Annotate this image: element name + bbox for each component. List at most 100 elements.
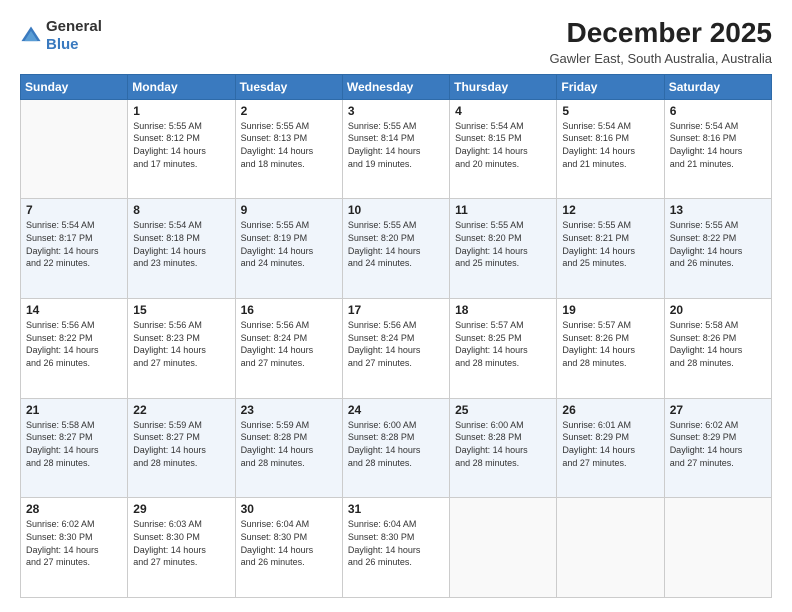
calendar-cell: 6 Sunrise: 5:54 AM Sunset: 8:16 PM Daylig… — [664, 99, 771, 199]
day-number: 14 — [26, 303, 122, 317]
day-number: 16 — [241, 303, 337, 317]
day-number: 28 — [26, 502, 122, 516]
day-number: 12 — [562, 203, 658, 217]
day-number: 13 — [670, 203, 766, 217]
day-number: 25 — [455, 403, 551, 417]
day-number: 30 — [241, 502, 337, 516]
calendar-cell: 17 Sunrise: 5:56 AM Sunset: 8:24 PM Dayli… — [342, 299, 449, 399]
day-number: 26 — [562, 403, 658, 417]
calendar-cell: 9Sunrise: 5:55 AM Sunset: 8:19 PM Daylig… — [235, 199, 342, 299]
day-header-monday: Monday — [128, 74, 235, 99]
day-info: Sunrise: 5:57 AM Sunset: 8:25 PM Dayligh… — [455, 319, 551, 369]
calendar-cell: 18 Sunrise: 5:57 AM Sunset: 8:25 PM Dayli… — [450, 299, 557, 399]
calendar-cell: 10 Sunrise: 5:55 AM Sunset: 8:20 PM Dayli… — [342, 199, 449, 299]
day-number: 1 — [133, 104, 229, 118]
day-info: Sunrise: 5:54 AM Sunset: 8:18 PM Dayligh… — [133, 219, 229, 269]
day-number: 15 — [133, 303, 229, 317]
calendar-cell: 27 Sunrise: 6:02 AM Sunset: 8:29 PM Dayli… — [664, 398, 771, 498]
calendar-cell: 11Sunrise: 5:55 AM Sunset: 8:20 PM Dayli… — [450, 199, 557, 299]
day-header-thursday: Thursday — [450, 74, 557, 99]
calendar-cell: 1 Sunrise: 5:55 AM Sunset: 8:12 PM Daylig… — [128, 99, 235, 199]
day-info: Sunrise: 5:54 AM Sunset: 8:16 PM Dayligh… — [670, 120, 766, 170]
calendar-cell: 5Sunrise: 5:54 AM Sunset: 8:16 PM Daylig… — [557, 99, 664, 199]
logo-icon — [20, 25, 42, 47]
day-number: 8 — [133, 203, 229, 217]
day-number: 24 — [348, 403, 444, 417]
calendar-cell: 23 Sunrise: 5:59 AM Sunset: 8:28 PM Dayli… — [235, 398, 342, 498]
logo: General Blue — [20, 18, 102, 54]
day-number: 2 — [241, 104, 337, 118]
calendar-cell — [21, 99, 128, 199]
day-info: Sunrise: 5:55 AM Sunset: 8:20 PM Dayligh… — [348, 219, 444, 269]
calendar-cell: 12 Sunrise: 5:55 AM Sunset: 8:21 PM Dayli… — [557, 199, 664, 299]
calendar-cell: 15Sunrise: 5:56 AM Sunset: 8:23 PM Dayli… — [128, 299, 235, 399]
day-info: Sunrise: 6:02 AM Sunset: 8:30 PM Dayligh… — [26, 518, 122, 568]
day-info: Sunrise: 6:04 AM Sunset: 8:30 PM Dayligh… — [241, 518, 337, 568]
day-number: 11 — [455, 203, 551, 217]
calendar-cell: 30 Sunrise: 6:04 AM Sunset: 8:30 PM Dayli… — [235, 498, 342, 598]
day-number: 6 — [670, 104, 766, 118]
day-number: 17 — [348, 303, 444, 317]
logo-blue: Blue — [46, 36, 102, 54]
day-info: Sunrise: 6:04 AM Sunset: 8:30 PM Dayligh… — [348, 518, 444, 568]
calendar-cell: 22Sunrise: 5:59 AM Sunset: 8:27 PM Dayli… — [128, 398, 235, 498]
day-info: Sunrise: 5:54 AM Sunset: 8:15 PM Dayligh… — [455, 120, 551, 170]
day-info: Sunrise: 5:58 AM Sunset: 8:27 PM Dayligh… — [26, 419, 122, 469]
day-header-sunday: Sunday — [21, 74, 128, 99]
calendar-cell: 7 Sunrise: 5:54 AM Sunset: 8:17 PM Daylig… — [21, 199, 128, 299]
day-info: Sunrise: 5:55 AM Sunset: 8:14 PM Dayligh… — [348, 120, 444, 170]
day-info: Sunrise: 5:55 AM Sunset: 8:21 PM Dayligh… — [562, 219, 658, 269]
calendar-cell: 14Sunrise: 5:56 AM Sunset: 8:22 PM Dayli… — [21, 299, 128, 399]
calendar-cell — [557, 498, 664, 598]
day-info: Sunrise: 5:54 AM Sunset: 8:17 PM Dayligh… — [26, 219, 122, 269]
day-number: 7 — [26, 203, 122, 217]
calendar-cell: 29 Sunrise: 6:03 AM Sunset: 8:30 PM Dayli… — [128, 498, 235, 598]
day-number: 4 — [455, 104, 551, 118]
day-info: Sunrise: 6:00 AM Sunset: 8:28 PM Dayligh… — [455, 419, 551, 469]
calendar-cell: 25 Sunrise: 6:00 AM Sunset: 8:28 PM Dayli… — [450, 398, 557, 498]
calendar-table: SundayMondayTuesdayWednesdayThursdayFrid… — [20, 74, 772, 598]
day-number: 31 — [348, 502, 444, 516]
calendar-cell — [450, 498, 557, 598]
day-number: 18 — [455, 303, 551, 317]
header: General Blue December 2025 Gawler East, … — [20, 18, 772, 66]
day-number: 27 — [670, 403, 766, 417]
day-info: Sunrise: 5:55 AM Sunset: 8:12 PM Dayligh… — [133, 120, 229, 170]
subtitle: Gawler East, South Australia, Australia — [549, 51, 772, 66]
day-header-tuesday: Tuesday — [235, 74, 342, 99]
day-number: 3 — [348, 104, 444, 118]
day-header-friday: Friday — [557, 74, 664, 99]
day-number: 5 — [562, 104, 658, 118]
day-info: Sunrise: 5:56 AM Sunset: 8:24 PM Dayligh… — [348, 319, 444, 369]
calendar-cell: 24 Sunrise: 6:00 AM Sunset: 8:28 PM Dayli… — [342, 398, 449, 498]
day-info: Sunrise: 5:59 AM Sunset: 8:28 PM Dayligh… — [241, 419, 337, 469]
day-info: Sunrise: 5:55 AM Sunset: 8:22 PM Dayligh… — [670, 219, 766, 269]
calendar-cell: 3 Sunrise: 5:55 AM Sunset: 8:14 PM Daylig… — [342, 99, 449, 199]
calendar-cell: 20Sunrise: 5:58 AM Sunset: 8:26 PM Dayli… — [664, 299, 771, 399]
day-number: 21 — [26, 403, 122, 417]
calendar-cell: 4 Sunrise: 5:54 AM Sunset: 8:15 PM Daylig… — [450, 99, 557, 199]
calendar-cell: 8 Sunrise: 5:54 AM Sunset: 8:18 PM Daylig… — [128, 199, 235, 299]
calendar-cell: 2 Sunrise: 5:55 AM Sunset: 8:13 PM Daylig… — [235, 99, 342, 199]
title-block: December 2025 Gawler East, South Austral… — [549, 18, 772, 66]
calendar-cell: 19Sunrise: 5:57 AM Sunset: 8:26 PM Dayli… — [557, 299, 664, 399]
day-number: 10 — [348, 203, 444, 217]
day-info: Sunrise: 5:55 AM Sunset: 8:13 PM Dayligh… — [241, 120, 337, 170]
main-title: December 2025 — [549, 18, 772, 49]
day-info: Sunrise: 5:57 AM Sunset: 8:26 PM Dayligh… — [562, 319, 658, 369]
page: General Blue December 2025 Gawler East, … — [0, 0, 792, 612]
day-info: Sunrise: 6:01 AM Sunset: 8:29 PM Dayligh… — [562, 419, 658, 469]
calendar-cell: 31 Sunrise: 6:04 AM Sunset: 8:30 PM Dayli… — [342, 498, 449, 598]
day-info: Sunrise: 6:03 AM Sunset: 8:30 PM Dayligh… — [133, 518, 229, 568]
day-header-saturday: Saturday — [664, 74, 771, 99]
day-info: Sunrise: 6:00 AM Sunset: 8:28 PM Dayligh… — [348, 419, 444, 469]
day-info: Sunrise: 5:55 AM Sunset: 8:19 PM Dayligh… — [241, 219, 337, 269]
day-number: 29 — [133, 502, 229, 516]
calendar-cell: 28 Sunrise: 6:02 AM Sunset: 8:30 PM Dayli… — [21, 498, 128, 598]
calendar-cell — [664, 498, 771, 598]
day-info: Sunrise: 5:58 AM Sunset: 8:26 PM Dayligh… — [670, 319, 766, 369]
day-number: 23 — [241, 403, 337, 417]
day-info: Sunrise: 6:02 AM Sunset: 8:29 PM Dayligh… — [670, 419, 766, 469]
logo-general: General — [46, 18, 102, 36]
day-number: 22 — [133, 403, 229, 417]
